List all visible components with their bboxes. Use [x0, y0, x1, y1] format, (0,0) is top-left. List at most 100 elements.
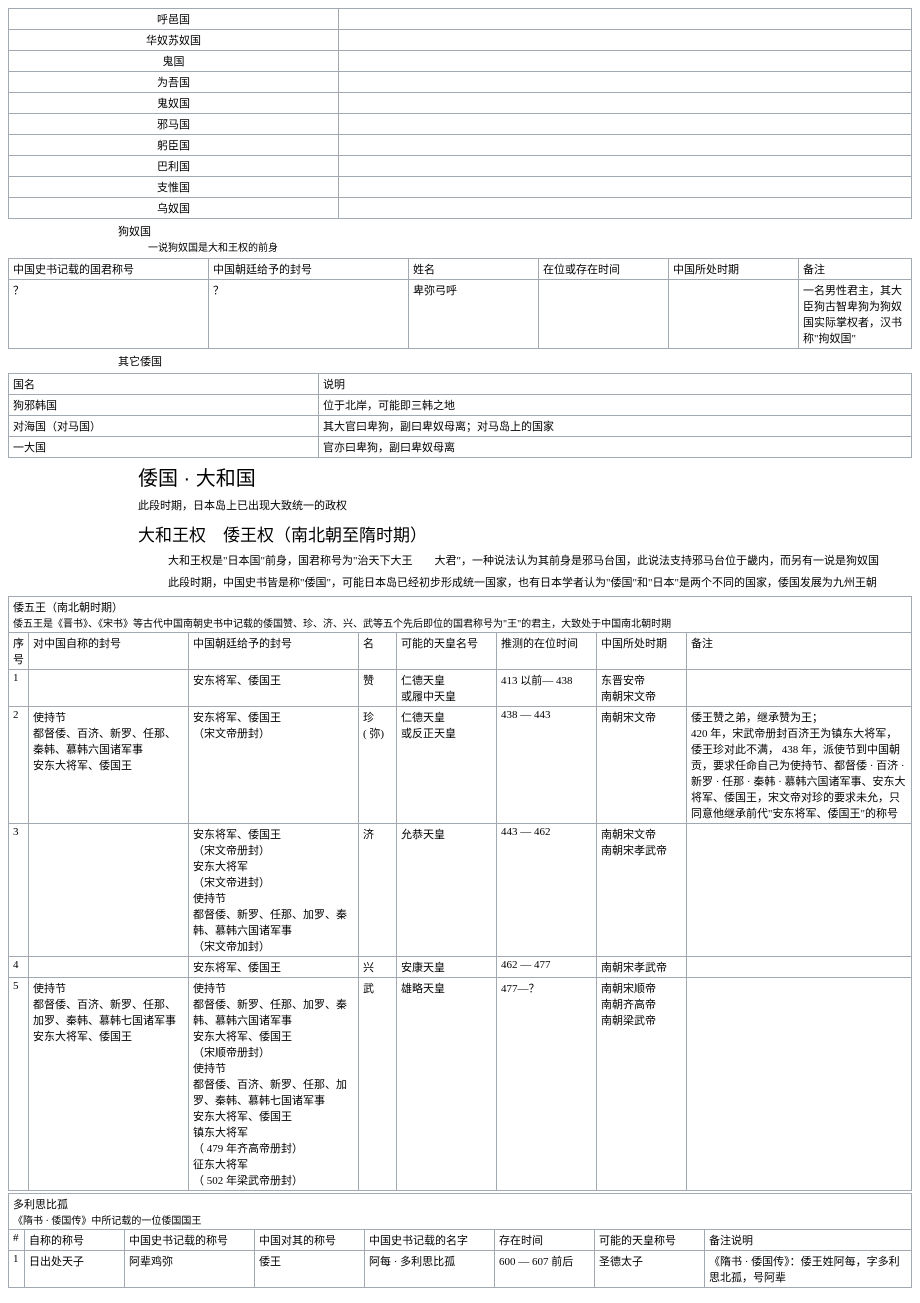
gounu-cell: ？ [9, 280, 209, 349]
gounu-cell: ？ [209, 280, 409, 349]
gounu-table: 中国史书记载的国君称号 中国朝廷给予的封号 姓名 在位或存在时间 中国所处时期 … [8, 258, 912, 349]
gounu-cell [669, 280, 799, 349]
other-wa-title: 其它倭国 [118, 353, 912, 369]
fk-cell [687, 957, 912, 978]
five-kings-caption-title: 倭五王（南北朝时期） [13, 599, 907, 615]
gounu-title: 狗奴国 [118, 223, 912, 239]
country-empty [339, 72, 912, 93]
fk-cell: 1 [9, 670, 29, 707]
dl-cell: 倭王 [255, 1251, 365, 1288]
fk-cell [29, 957, 189, 978]
five-kings-caption-note: 倭五王是《晋书》、《宋书》等古代中国南朝史书中记载的倭国赞、珍、济、兴、武等五个… [13, 615, 907, 630]
fk-cell: 443 — 462 [497, 824, 597, 957]
fk-cell: 兴 [359, 957, 397, 978]
fk-cell: 使持节 都督倭、新罗、任那、加罗、秦韩、慕韩六国诸军事 安东大将军、倭国王 （宋… [189, 978, 359, 1191]
section2-desc1: 大和王权是"日本国"前身，国君称号为"治天下大王 大君"，一种说法认为其前身是邪… [168, 552, 912, 568]
fk-h5: 推测的在位时间 [497, 633, 597, 670]
fk-h7: 备注 [687, 633, 912, 670]
fk-cell: 477—？ [497, 978, 597, 1191]
gounu-cell: 卑弥弓呼 [409, 280, 539, 349]
fk-h1: 对中国自称的封号 [29, 633, 189, 670]
country-name: 呼邑国 [9, 9, 339, 30]
fk-cell [29, 670, 189, 707]
section1-block: 倭国 · 大和国 此段时期，日本岛上已出现大致统一的政权 大和王权 倭王权（南北… [138, 462, 912, 590]
dl-cell: 圣德太子 [595, 1251, 705, 1288]
country-empty [339, 156, 912, 177]
gounu-h2: 中国朝廷给予的封号 [209, 259, 409, 280]
country-empty [339, 93, 912, 114]
fk-h4: 可能的天皇名号 [397, 633, 497, 670]
dl-h1: 自称的称号 [25, 1230, 125, 1251]
fk-cell: 南朝宋顺帝 南朝齐高帝 南朝梁武帝 [597, 978, 687, 1191]
fk-cell: 仁德天皇 或反正天皇 [397, 707, 497, 824]
country-name: 鬼国 [9, 51, 339, 72]
ow-desc: 位于北岸，可能即三韩之地 [319, 395, 912, 416]
other-wa-table: 国名 说明 狗邪韩国位于北岸，可能即三韩之地对海国（对马国）其大官曰卑狗，副曰卑… [8, 373, 912, 458]
fk-cell: 倭王赞之弟，继承赞为王； 420 年，宋武帝册封百济王为镇东大将军，倭王珍对此不… [687, 707, 912, 824]
gounu-cell [539, 280, 669, 349]
fk-cell: 462 — 477 [497, 957, 597, 978]
five-kings-table: 倭五王（南北朝时期） 倭五王是《晋书》、《宋书》等古代中国南朝史书中记载的倭国赞… [8, 596, 912, 1191]
country-empty [339, 177, 912, 198]
gounu-h3: 姓名 [409, 259, 539, 280]
country-name: 为吾国 [9, 72, 339, 93]
gounu-h4: 在位或存在时间 [539, 259, 669, 280]
fk-cell: 安东将军、倭国王 [189, 957, 359, 978]
fk-cell: 使持节 都督倭、百济、新罗、任那、秦韩、慕韩六国诸军事 安东大将军、倭国王 [29, 707, 189, 824]
country-name: 乌奴国 [9, 198, 339, 219]
fk-h3: 名 [359, 633, 397, 670]
fk-cell: 2 [9, 707, 29, 824]
fk-cell: 允恭天皇 [397, 824, 497, 957]
fk-cell: 武 [359, 978, 397, 1191]
fk-cell: 安东将军、倭国王 （宋文帝册封） 安东大将军 （宋文帝进封） 使持节 都督倭、新… [189, 824, 359, 957]
gounu-cell: 一名男性君主，其大臣狗古智卑狗为狗奴国实际掌权者，汉书称"拘奴国" [799, 280, 912, 349]
country-name: 鬼奴国 [9, 93, 339, 114]
duolisi-caption-title: 多利思比孤 [13, 1196, 907, 1212]
gounu-h5: 中国所处时期 [669, 259, 799, 280]
country-name: 支惟国 [9, 177, 339, 198]
section1-heading: 倭国 · 大和国 [138, 462, 912, 491]
country-empty [339, 51, 912, 72]
dl-h3: 中国对其的称号 [255, 1230, 365, 1251]
fk-cell: 南朝宋文帝 南朝宋孝武帝 [597, 824, 687, 957]
dl-h7: 备注说明 [705, 1230, 912, 1251]
dl-h6: 可能的天皇称号 [595, 1230, 705, 1251]
gounu-h6: 备注 [799, 259, 912, 280]
countries-table: 呼邑国华奴苏奴国鬼国为吾国鬼奴国邪马国躬臣国巴利国支惟国乌奴国 [8, 8, 912, 219]
fk-h0: 序号 [9, 633, 29, 670]
gounu-h1: 中国史书记载的国君称号 [9, 259, 209, 280]
country-name: 华奴苏奴国 [9, 30, 339, 51]
duolisi-table: 多利思比孤 《隋书 · 倭国传》中所记载的一位倭国国王 # 自称的称号 中国史书… [8, 1193, 912, 1288]
dl-cell: 日出处天子 [25, 1251, 125, 1288]
ow-desc: 官亦曰卑狗，副曰卑奴母离 [319, 437, 912, 458]
fk-cell: 济 [359, 824, 397, 957]
section1-desc: 此段时期，日本岛上已出现大致统一的政权 [138, 497, 912, 513]
other-wa-h2: 说明 [319, 374, 912, 395]
fk-h2: 中国朝廷给予的封号 [189, 633, 359, 670]
country-empty [339, 9, 912, 30]
country-name: 躬臣国 [9, 135, 339, 156]
other-wa-heading: 其它倭国 [118, 353, 912, 369]
fk-cell: 3 [9, 824, 29, 957]
gounu-heading-block: 狗奴国 一说狗奴国是大和王权的前身 [118, 223, 912, 254]
fk-cell: 4 [9, 957, 29, 978]
dl-cell: 阿辈鸡弥 [125, 1251, 255, 1288]
other-wa-h1: 国名 [9, 374, 319, 395]
fk-h6: 中国所处时期 [597, 633, 687, 670]
fk-cell: 南朝宋文帝 [597, 707, 687, 824]
dl-h4: 中国史书记载的名字 [365, 1230, 495, 1251]
section2-desc2: 此段时期，中国史书皆是称"倭国"，可能日本岛已经初步形成统一国家，也有日本学者认… [168, 574, 912, 590]
fk-cell [687, 978, 912, 1191]
fk-cell: 438 — 443 [497, 707, 597, 824]
duolisi-caption: 多利思比孤 《隋书 · 倭国传》中所记载的一位倭国国王 [9, 1194, 912, 1230]
fk-cell: 安康天皇 [397, 957, 497, 978]
ow-desc: 其大官曰卑狗，副曰卑奴母离；对马岛上的国家 [319, 416, 912, 437]
fk-cell [29, 824, 189, 957]
ow-name: 一大国 [9, 437, 319, 458]
fk-cell: 使持节 都督倭、百济、新罗、任那、加罗、秦韩、慕韩七国诸军事 安东大将军、倭国王 [29, 978, 189, 1191]
fk-cell: 安东将军、倭国王 （宋文帝册封） [189, 707, 359, 824]
dl-h0: # [9, 1230, 25, 1251]
dl-cell: 《隋书 · 倭国传》：倭王姓阿每，字多利思北孤，号阿辈 [705, 1251, 912, 1288]
ow-name: 狗邪韩国 [9, 395, 319, 416]
ow-name: 对海国（对马国） [9, 416, 319, 437]
